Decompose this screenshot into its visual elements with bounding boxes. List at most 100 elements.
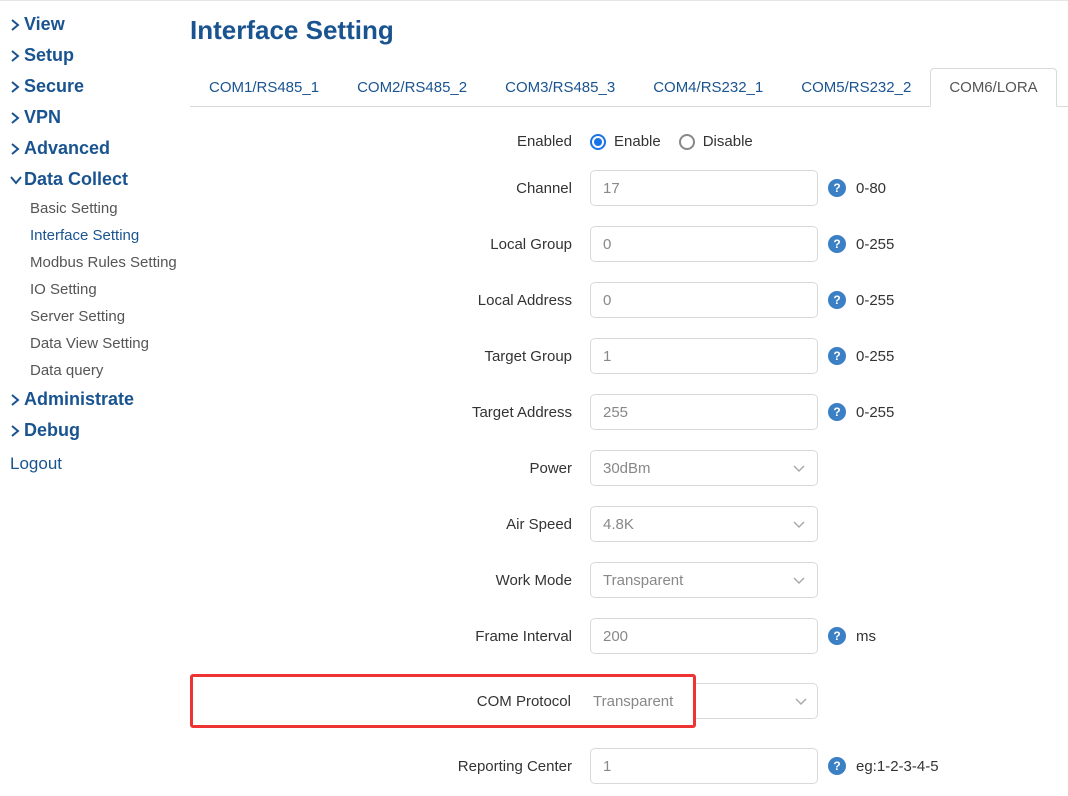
radio-label: Enable [614,133,661,150]
row-local-address: Local Address ? 0-255 [190,282,1068,318]
chevron-down-icon [793,516,805,533]
tab-com6[interactable]: COM6/LORA [930,68,1056,107]
label-power: Power [190,460,590,477]
sub-server-setting[interactable]: Server Setting [30,303,190,330]
reporting-center-input[interactable] [590,748,818,784]
radio-label: Disable [703,133,753,150]
com-protocol-select[interactable]: Transparent [587,683,693,719]
nav-secure[interactable]: Secure [4,71,190,102]
nav-label: Advanced [24,138,110,159]
help-icon[interactable]: ? [828,179,846,197]
row-work-mode: Work Mode Transparent [190,562,1068,598]
nav-label: Administrate [24,389,134,410]
nav-administrate[interactable]: Administrate [4,384,190,415]
radio-disable[interactable]: Disable [679,133,753,150]
hint-frame-interval: ms [856,628,876,645]
row-reporting-center: Reporting Center ? eg:1-2-3-4-5 [190,748,1068,784]
row-local-group: Local Group ? 0-255 [190,226,1068,262]
help-icon[interactable]: ? [828,235,846,253]
row-power: Power 30dBm [190,450,1068,486]
row-air-speed: Air Speed 4.8K [190,506,1068,542]
target-address-input[interactable] [590,394,818,430]
chevron-right-icon [4,50,24,62]
tab-com4[interactable]: COM4/RS232_1 [634,68,782,107]
hint-local-address: 0-255 [856,292,894,309]
nav-advanced[interactable]: Advanced [4,133,190,164]
label-channel: Channel [190,180,590,197]
channel-input[interactable] [590,170,818,206]
label-enabled: Enabled [190,133,590,150]
label-work-mode: Work Mode [190,572,590,589]
logout-link[interactable]: Logout [4,446,190,482]
power-select[interactable]: 30dBm [590,450,818,486]
hint-target-address: 0-255 [856,404,894,421]
tab-com1[interactable]: COM1/RS485_1 [190,68,338,107]
radio-enable[interactable]: Enable [590,133,661,150]
help-icon[interactable]: ? [828,403,846,421]
row-frame-interval: Frame Interval ? ms [190,618,1068,654]
nav-setup[interactable]: Setup [4,40,190,71]
radio-icon [590,134,606,150]
hint-target-group: 0-255 [856,348,894,365]
sub-io-setting[interactable]: IO Setting [30,276,190,303]
label-reporting-center: Reporting Center [190,758,590,775]
label-local-address: Local Address [190,292,590,309]
frame-interval-input[interactable] [590,618,818,654]
hint-channel: 0-80 [856,180,886,197]
chevron-right-icon [4,143,24,155]
select-value: Transparent [593,693,673,710]
nav-vpn[interactable]: VPN [4,102,190,133]
chevron-right-icon [4,19,24,31]
sub-data-view[interactable]: Data View Setting [30,330,190,357]
row-enabled: Enabled Enable Disable [190,133,1068,150]
nav-label: Debug [24,420,80,441]
label-com-protocol: COM Protocol [193,693,587,710]
tab-com5[interactable]: COM5/RS232_2 [782,68,930,107]
sub-interface-setting[interactable]: Interface Setting [30,222,190,249]
label-air-speed: Air Speed [190,516,590,533]
local-address-input[interactable] [590,282,818,318]
help-icon[interactable]: ? [828,291,846,309]
local-group-input[interactable] [590,226,818,262]
row-channel: Channel ? 0-80 [190,170,1068,206]
label-frame-interval: Frame Interval [190,628,590,645]
hint-reporting-center: eg:1-2-3-4-5 [856,758,939,775]
chevron-right-icon [4,81,24,93]
select-value: 4.8K [603,516,634,533]
help-icon[interactable]: ? [828,347,846,365]
help-icon[interactable]: ? [828,757,846,775]
tab-com3[interactable]: COM3/RS485_3 [486,68,634,107]
sub-modbus-rules[interactable]: Modbus Rules Setting [30,249,190,276]
chevron-right-icon [4,425,24,437]
nav-label: Setup [24,45,74,66]
nav-label: Secure [24,76,84,97]
tab-com2[interactable]: COM2/RS485_2 [338,68,486,107]
page-title: Interface Setting [190,15,1068,46]
hint-local-group: 0-255 [856,236,894,253]
nav-label: Data Collect [24,169,128,190]
air-speed-select[interactable]: 4.8K [590,506,818,542]
label-target-group: Target Group [190,348,590,365]
nav-view[interactable]: View [4,9,190,40]
sub-basic-setting[interactable]: Basic Setting [30,195,190,222]
radio-icon [679,134,695,150]
row-target-address: Target Address ? 0-255 [190,394,1068,430]
main-content: Interface Setting COM1/RS485_1 COM2/RS48… [190,1,1068,796]
sidebar: View Setup Secure VPN Advanced Data Coll… [0,1,190,796]
label-target-address: Target Address [190,404,590,421]
form: Enabled Enable Disable Channel ? [190,107,1068,784]
help-icon[interactable]: ? [828,627,846,645]
target-group-input[interactable] [590,338,818,374]
tabs: COM1/RS485_1 COM2/RS485_2 COM3/RS485_3 C… [190,68,1068,107]
nav-sub-items: Basic Setting Interface Setting Modbus R… [4,195,190,384]
label-local-group: Local Group [190,236,590,253]
select-value: 30dBm [603,460,651,477]
com-protocol-select-right[interactable] [696,683,818,719]
row-target-group: Target Group ? 0-255 [190,338,1068,374]
nav-data-collect[interactable]: Data Collect [4,164,190,195]
enabled-radio-group: Enable Disable [590,133,753,150]
sub-data-query[interactable]: Data query [30,357,190,384]
work-mode-select[interactable]: Transparent [590,562,818,598]
chevron-down-icon [793,572,805,589]
nav-debug[interactable]: Debug [4,415,190,446]
